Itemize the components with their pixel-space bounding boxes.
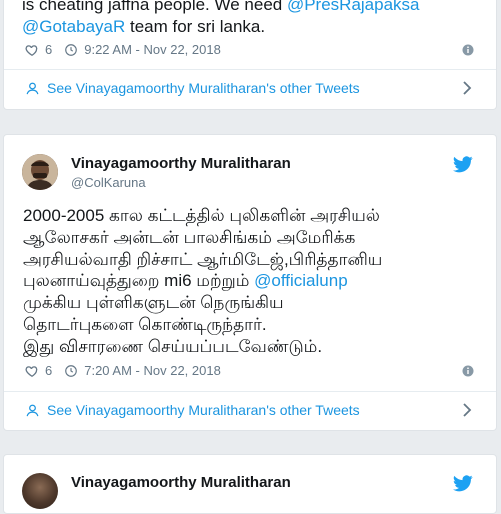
tweet-meta: 6 9:22 AM - Nov 22, 2018 — [25, 42, 221, 57]
clock-icon — [65, 364, 78, 377]
tweet-meta: 6 7:20 AM - Nov 22, 2018 — [25, 363, 221, 378]
see-other-tweets-link[interactable]: See Vinayagamoorthy Muralitharan's other… — [4, 392, 496, 428]
like-count: 6 — [45, 42, 53, 57]
tweet-line: 2000-2005 கால கட்டத்தில் புலிகளின் அரசிய… — [23, 206, 380, 225]
avatar-image — [22, 154, 58, 190]
tweet-card-3: Vinayagamoorthy Muralitharan — [3, 454, 497, 514]
chevron-right-icon[interactable] — [461, 403, 473, 417]
user-icon — [26, 82, 39, 94]
clock-icon — [65, 43, 78, 56]
tweet-card-2: Vinayagamoorthy Muralitharan @ColKaruna … — [3, 134, 497, 431]
avatar[interactable] — [22, 473, 58, 509]
author-name[interactable]: Vinayagamoorthy Muralitharan — [71, 155, 291, 172]
mention-link[interactable]: @officialunp — [254, 271, 348, 290]
tweet-text-segment: team for sri lanka. — [125, 17, 266, 36]
tweet-text: is cheating jaffna people. We need @Pres… — [22, 0, 482, 38]
mention-link[interactable]: @GotabayaR — [22, 17, 125, 36]
see-other-tweets-label[interactable]: See Vinayagamoorthy Muralitharan's other… — [47, 402, 360, 418]
like-count: 6 — [45, 363, 53, 378]
user-icon — [26, 404, 39, 416]
chevron-right-icon[interactable] — [461, 81, 473, 95]
tweet-line: முக்கிய புள்ளிகளுடன் நெருங்கிய — [23, 293, 284, 313]
tweet-line: தொடர்புகளை கொண்டிருந்தார். — [23, 314, 267, 334]
tweet-line: இது விசாரணை செய்யப்படவேண்டும். — [23, 336, 323, 356]
tweet-text: 2000-2005 கால கட்டத்தில் புலிகளின் அரசிய… — [23, 205, 493, 358]
tweet-line: அரசியல்வாதி றிச்சாட் ஆர்மிடேஜ்,பிரித்தான… — [23, 249, 383, 269]
info-icon[interactable] — [462, 44, 474, 56]
tweet-text-segment: is cheating jaffna people. We need — [22, 0, 287, 14]
avatar[interactable] — [22, 154, 58, 190]
mention-link[interactable]: @PresRajapaksa — [287, 0, 420, 14]
twitter-bird-icon[interactable] — [453, 475, 473, 492]
tweet-card-1: is cheating jaffna people. We need @Pres… — [3, 0, 497, 110]
twitter-bird-icon[interactable] — [453, 156, 473, 173]
heart-icon[interactable] — [25, 364, 39, 378]
heart-icon[interactable] — [25, 43, 39, 57]
author-handle[interactable]: @ColKaruna — [71, 175, 146, 190]
tweet-timestamp[interactable]: 9:22 AM - Nov 22, 2018 — [84, 42, 221, 57]
tweet-line: ஆலோசகர் அன்டன் பாலசிங்கம் அமேரிக்க — [23, 227, 356, 247]
see-other-tweets-link[interactable]: See Vinayagamoorthy Muralitharan's other… — [4, 70, 496, 106]
author-name[interactable]: Vinayagamoorthy Muralitharan — [71, 474, 291, 491]
tweet-text-segment: புலனாய்வுத்துறை mi6 மற்றும் — [23, 271, 255, 291]
tweet-timestamp[interactable]: 7:20 AM - Nov 22, 2018 — [84, 363, 221, 378]
info-icon[interactable] — [462, 365, 474, 377]
see-other-tweets-label[interactable]: See Vinayagamoorthy Muralitharan's other… — [47, 80, 360, 96]
